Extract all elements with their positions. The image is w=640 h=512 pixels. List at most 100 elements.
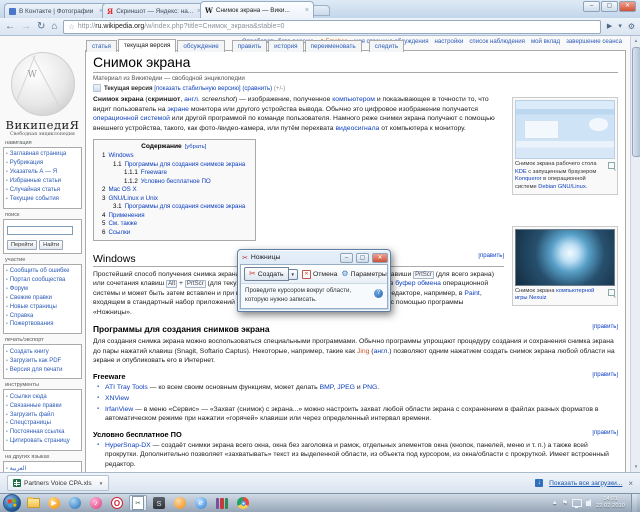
edit-section-link[interactable]: [править] bbox=[592, 430, 618, 436]
close-button[interactable]: ✕ bbox=[372, 253, 388, 263]
page-menu-icon[interactable]: ▾ bbox=[618, 23, 622, 30]
sidebar-link-uploadfile[interactable]: •Загрузить файл bbox=[6, 412, 79, 420]
sidebar-link-downloadpdf[interactable]: •Загрузить как PDF bbox=[6, 358, 79, 366]
thumbnail-nexuiz[interactable]: Снимок экрана компьютерной игры Nexuiz bbox=[512, 226, 618, 306]
maximize-button[interactable]: ▢ bbox=[356, 253, 369, 263]
toc-item[interactable]: 3GNU/Linux и Unix bbox=[102, 195, 245, 202]
toc-hide-link[interactable]: [убрать] bbox=[185, 144, 207, 150]
sidebar-link-whatlinkshere[interactable]: •Ссылки сюда bbox=[6, 394, 79, 402]
taskbar-snipping-tool-active[interactable]: ✂ bbox=[129, 495, 147, 511]
scroll-up-icon[interactable]: ▲ bbox=[632, 37, 640, 45]
search-input[interactable] bbox=[7, 226, 73, 235]
bookmark-star-icon[interactable]: ☆ bbox=[68, 23, 74, 31]
scroll-down-icon[interactable]: ▼ bbox=[632, 463, 640, 471]
tab-current-version[interactable]: текущая версия bbox=[118, 39, 177, 52]
new-tab-button[interactable] bbox=[312, 5, 330, 16]
show-all-downloads-link[interactable]: Показать все загрузки... bbox=[549, 480, 622, 487]
snipping-tool-window[interactable]: ✂ Ножницы – ▢ ✕ ✂ Создать ▼ ✕ Отмена ⚙ bbox=[237, 249, 391, 312]
sidebar-link-forum[interactable]: •Форум bbox=[6, 286, 79, 294]
toc-item[interactable]: 6Ссылки bbox=[102, 229, 245, 236]
logout-link[interactable]: завершение сеанса bbox=[566, 38, 622, 45]
search-go-button[interactable]: Перейти bbox=[7, 240, 37, 250]
taskbar-orange-app[interactable] bbox=[171, 495, 189, 511]
sidebar-link-communityportal[interactable]: •Портал сообщества bbox=[6, 277, 79, 285]
help-icon[interactable]: ? bbox=[374, 289, 383, 298]
toc-item[interactable]: 5См. также bbox=[102, 220, 245, 227]
sidebar-link-featured[interactable]: •Избранные статьи bbox=[6, 178, 79, 186]
taskbar-blue-app[interactable] bbox=[66, 495, 84, 511]
maximize-button[interactable]: ▢ bbox=[601, 1, 618, 12]
sidebar-link-reporterror[interactable]: •Сообщить об ошибке bbox=[6, 268, 79, 276]
wrench-menu-icon[interactable]: ⚙ bbox=[628, 23, 635, 31]
show-hidden-icons[interactable]: ▲ bbox=[552, 500, 558, 506]
toc-item[interactable]: 1Windows bbox=[102, 152, 245, 159]
options-button[interactable]: ⚙ Параметры bbox=[341, 270, 386, 278]
kde-screenshot-image[interactable] bbox=[515, 100, 615, 159]
volume-icon[interactable] bbox=[586, 501, 589, 506]
go-icon[interactable]: ▶ bbox=[607, 23, 612, 30]
browser-tab-vkontakte[interactable]: В Контакте | Фотографии × bbox=[4, 3, 108, 18]
tab-edit[interactable]: править bbox=[232, 40, 267, 52]
address-bar[interactable]: ☆ http://ru.wikipedia.org/w/index.php?ti… bbox=[63, 20, 600, 34]
nexuiz-screenshot-image[interactable] bbox=[515, 229, 615, 286]
sidebar-link-random[interactable]: •Случайная статья bbox=[6, 187, 79, 195]
tab-article[interactable]: статья bbox=[86, 40, 117, 52]
forward-icon[interactable]: → bbox=[21, 22, 31, 32]
taskbar-media-player[interactable]: ▶ bbox=[45, 495, 63, 511]
watchlist-link[interactable]: список наблюдения bbox=[469, 38, 525, 45]
tab-close-icon[interactable]: × bbox=[305, 7, 309, 14]
magnify-icon[interactable] bbox=[608, 162, 615, 169]
browser-tab-yandex[interactable]: Я Скриншот — Яндекс: на... × bbox=[102, 3, 206, 18]
action-center-flag-icon[interactable]: ⚑ bbox=[562, 499, 568, 507]
sidebar-link-index[interactable]: •Указатель А — Я bbox=[6, 169, 79, 177]
sidebar-link-currentevents[interactable]: •Текущие события bbox=[6, 196, 79, 204]
preferences-link[interactable]: настройки bbox=[435, 38, 464, 45]
taskbar-opera[interactable]: O bbox=[108, 495, 126, 511]
page-scrollbar[interactable]: ▲ ▼ bbox=[630, 36, 640, 472]
sidebar-link-citepage[interactable]: •Цитировать страницу bbox=[6, 438, 79, 446]
taskbar-clock[interactable]: 14:01 22.02.2010 bbox=[596, 496, 625, 509]
start-button[interactable] bbox=[3, 494, 21, 512]
edit-section-link[interactable]: [править] bbox=[592, 372, 618, 378]
show-desktop-button[interactable] bbox=[631, 494, 637, 512]
toc-item[interactable]: 2Mac OS X bbox=[102, 186, 245, 193]
downloaded-file-button[interactable]: Partners Voice CPA.xls ▼ bbox=[7, 475, 109, 491]
tab-rename[interactable]: переименовать bbox=[305, 40, 362, 52]
taskbar-chrome[interactable] bbox=[234, 495, 252, 511]
toc-item[interactable]: 4Применения bbox=[102, 212, 245, 219]
cancel-button[interactable]: ✕ Отмена bbox=[302, 270, 337, 279]
minimize-button[interactable]: – bbox=[340, 253, 353, 263]
toc-item[interactable]: 3.1Программы для создания снимков экрана bbox=[102, 203, 245, 210]
close-button[interactable]: ✕ bbox=[619, 1, 636, 12]
contributions-link[interactable]: мой вклад bbox=[531, 38, 560, 45]
sidebar-link-specialpages[interactable]: •Спецстраницы bbox=[6, 420, 79, 428]
magnify-icon[interactable] bbox=[608, 289, 615, 296]
back-icon[interactable]: ← bbox=[5, 22, 15, 32]
tab-watch[interactable]: следить bbox=[369, 40, 405, 52]
thumbnail-kde[interactable]: Снимок экрана рабочего стола KDE с запущ… bbox=[512, 97, 618, 195]
edit-section-link[interactable]: [править] bbox=[478, 253, 504, 259]
wikipedia-logo[interactable]: W bbox=[11, 52, 75, 116]
sidebar-link-recentchanges[interactable]: •Свежие правки bbox=[6, 295, 79, 303]
file-dropdown-icon[interactable]: ▼ bbox=[99, 481, 103, 486]
edit-section-link[interactable]: [править] bbox=[592, 324, 618, 330]
taskbar-internet-app[interactable]: e bbox=[192, 495, 210, 511]
home-icon[interactable]: ⌂ bbox=[51, 22, 57, 32]
sidebar-link-printable[interactable]: •Версия для печати bbox=[6, 367, 79, 375]
toc-item[interactable]: 1.1.1Freeware bbox=[102, 169, 245, 176]
taskbar-music-app[interactable]: ♪ bbox=[87, 495, 105, 511]
browser-tab-wikipedia-active[interactable]: W Снимок экрана — Вики... × bbox=[200, 1, 314, 18]
network-icon[interactable] bbox=[572, 499, 582, 507]
reload-icon[interactable]: ↻ bbox=[37, 22, 45, 32]
sidebar-link-relatedchanges[interactable]: •Связанные правки bbox=[6, 403, 79, 411]
tab-discussion[interactable]: обсуждение bbox=[177, 40, 224, 52]
sidebar-link-permanentlink[interactable]: •Постоянная ссылка bbox=[6, 429, 79, 437]
sidebar-link-help[interactable]: •Справка bbox=[6, 313, 79, 321]
taskbar-winrar[interactable] bbox=[213, 495, 231, 511]
sidebar-link-createbook[interactable]: •Создать книгу bbox=[6, 349, 79, 357]
sidebar-link-newpages[interactable]: •Новые страницы bbox=[6, 304, 79, 312]
new-snip-button[interactable]: ✂ Создать bbox=[244, 267, 289, 281]
shelf-close-icon[interactable]: × bbox=[628, 479, 633, 488]
sidebar-link-mainpage[interactable]: •Заглавная страница bbox=[6, 151, 79, 159]
new-snip-dropdown[interactable]: ▼ bbox=[289, 269, 298, 280]
